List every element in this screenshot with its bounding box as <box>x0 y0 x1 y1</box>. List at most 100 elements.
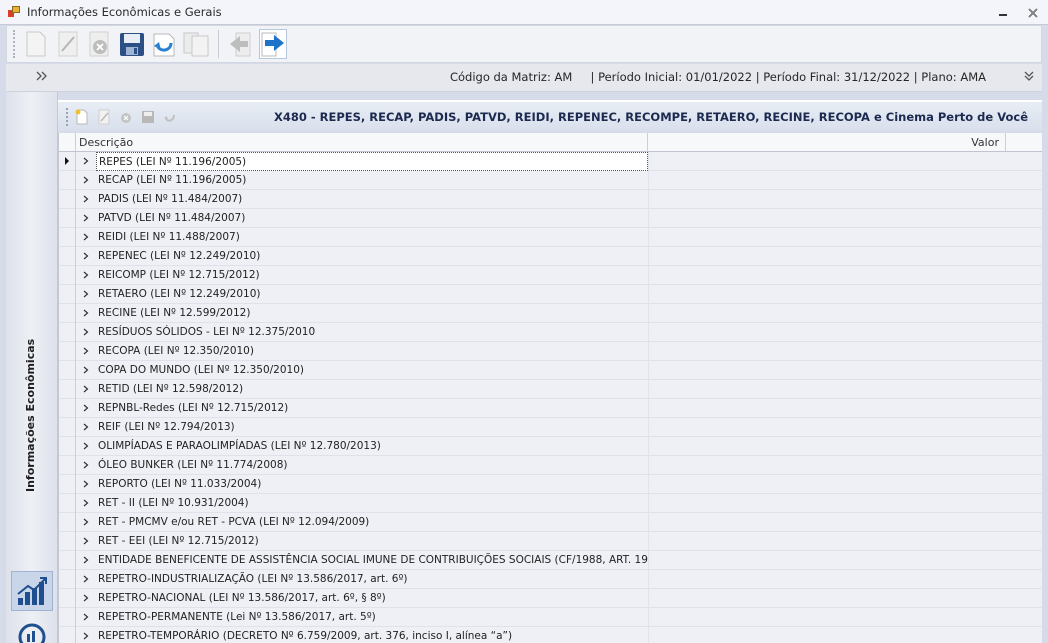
expand-row-button[interactable] <box>76 570 96 589</box>
row-indicator[interactable] <box>59 512 76 532</box>
row-value[interactable] <box>648 303 1006 323</box>
row-description[interactable]: COPA DO MUNDO (LEI Nº 12.350/2010) <box>96 361 648 380</box>
row-description[interactable]: OLIMPÍADAS E PARAOLIMPÍADAS (LEI Nº 12.7… <box>96 437 648 456</box>
row-indicator[interactable] <box>59 455 76 475</box>
expand-row-button[interactable] <box>76 152 96 171</box>
table-row[interactable]: PATVD (LEI Nº 11.484/2007) <box>59 208 1042 228</box>
table-row[interactable]: REPETRO-TEMPORÁRIO (DECRETO Nº 6.759/200… <box>59 626 1042 643</box>
row-value[interactable] <box>648 246 1006 266</box>
row-value[interactable] <box>648 265 1006 285</box>
row-indicator[interactable] <box>59 531 76 551</box>
table-row[interactable]: RECOPA (LEI Nº 12.350/2010) <box>59 341 1042 361</box>
row-description[interactable]: RESÍDUOS SÓLIDOS - LEI Nº 12.375/2010 <box>96 323 648 342</box>
sidebar-toggle-button[interactable] <box>36 70 48 86</box>
new-record-icon[interactable] <box>74 109 90 125</box>
row-description[interactable]: ÓLEO BUNKER (LEI Nº 11.774/2008) <box>96 456 648 475</box>
row-indicator[interactable] <box>59 246 76 266</box>
expand-row-button[interactable] <box>76 437 96 456</box>
table-row[interactable]: RESÍDUOS SÓLIDOS - LEI Nº 12.375/2010 <box>59 322 1042 342</box>
undo-button[interactable] <box>150 29 178 59</box>
row-value[interactable] <box>648 607 1006 627</box>
row-description[interactable]: RET - II (LEI Nº 10.931/2004) <box>96 494 648 513</box>
table-row[interactable]: REIDI (LEI Nº 11.488/2007) <box>59 227 1042 247</box>
sidebar-label[interactable]: Informações Econômicas <box>24 339 37 492</box>
row-indicator[interactable] <box>59 607 76 627</box>
row-value[interactable] <box>648 227 1006 247</box>
expand-row-button[interactable] <box>76 190 96 209</box>
column-header-value[interactable]: Valor <box>648 133 1006 151</box>
save-record-icon[interactable] <box>140 109 156 125</box>
delete-button[interactable] <box>86 29 114 59</box>
row-description[interactable]: RETID (LEI Nº 12.598/2012) <box>96 380 648 399</box>
expand-row-button[interactable] <box>76 228 96 247</box>
row-indicator[interactable] <box>59 626 76 643</box>
expand-row-button[interactable] <box>76 380 96 399</box>
row-description[interactable]: PATVD (LEI Nº 11.484/2007) <box>96 209 648 228</box>
row-value[interactable] <box>648 398 1006 418</box>
row-value[interactable] <box>648 474 1006 494</box>
copy-button[interactable] <box>182 29 210 59</box>
expand-row-button[interactable] <box>76 513 96 532</box>
row-description[interactable]: REPETRO-NACIONAL (LEI Nº 13.586/2017, ar… <box>96 589 648 608</box>
table-row[interactable]: REPNBL-Redes (LEI Nº 12.715/2012) <box>59 398 1042 418</box>
previous-button[interactable] <box>227 29 255 59</box>
expand-row-button[interactable] <box>76 608 96 627</box>
row-indicator[interactable] <box>59 208 76 228</box>
table-row[interactable]: RECAP (LEI Nº 11.196/2005) <box>59 170 1042 190</box>
row-description[interactable]: RECAP (LEI Nº 11.196/2005) <box>96 171 648 190</box>
row-value[interactable] <box>648 550 1006 570</box>
row-indicator[interactable] <box>59 227 76 247</box>
close-button[interactable] <box>1018 0 1048 25</box>
table-row[interactable]: RET - EEI (LEI Nº 12.715/2012) <box>59 531 1042 551</box>
table-row[interactable]: ENTIDADE BENEFICENTE DE ASSISTÊNCIA SOCI… <box>59 550 1042 570</box>
row-value[interactable] <box>648 151 1006 171</box>
table-row[interactable]: REPORTO (LEI Nº 11.033/2004) <box>59 474 1042 494</box>
next-button[interactable] <box>259 29 287 59</box>
expand-row-button[interactable] <box>76 627 96 643</box>
table-row[interactable]: ÓLEO BUNKER (LEI Nº 11.774/2008) <box>59 455 1042 475</box>
row-description[interactable]: REICOMP (LEI Nº 12.715/2012) <box>96 266 648 285</box>
column-header-description[interactable]: Descrição <box>76 133 648 151</box>
row-indicator[interactable] <box>59 265 76 285</box>
minimize-button[interactable] <box>988 0 1018 25</box>
row-indicator[interactable] <box>59 189 76 209</box>
table-row[interactable]: REICOMP (LEI Nº 12.715/2012) <box>59 265 1042 285</box>
edit-record-icon[interactable] <box>96 109 112 125</box>
save-button[interactable] <box>118 29 146 59</box>
row-indicator[interactable] <box>59 360 76 380</box>
row-description[interactable]: REPETRO-TEMPORÁRIO (DECRETO Nº 6.759/200… <box>96 627 648 643</box>
row-description[interactable]: REIDI (LEI Nº 11.488/2007) <box>96 228 648 247</box>
row-value[interactable] <box>648 455 1006 475</box>
nav-refresh-button[interactable] <box>11 617 53 643</box>
expand-row-button[interactable] <box>76 266 96 285</box>
row-indicator[interactable] <box>59 588 76 608</box>
expand-row-button[interactable] <box>76 551 96 570</box>
table-row[interactable]: RET - PMCMV e/ou RET - PCVA (LEI Nº 12.0… <box>59 512 1042 532</box>
expand-row-button[interactable] <box>76 342 96 361</box>
table-row[interactable]: RETAERO (LEI Nº 12.249/2010) <box>59 284 1042 304</box>
row-value[interactable] <box>648 341 1006 361</box>
table-row[interactable]: REPETRO-INDUSTRIALIZAÇÃO (LEI Nº 13.586/… <box>59 569 1042 589</box>
undo-record-icon[interactable] <box>162 109 178 125</box>
expand-row-button[interactable] <box>76 399 96 418</box>
row-value[interactable] <box>648 208 1006 228</box>
table-row[interactable]: REPENEC (LEI Nº 12.249/2010) <box>59 246 1042 266</box>
row-description[interactable]: RECOPA (LEI Nº 12.350/2010) <box>96 342 648 361</box>
row-description[interactable]: REPNBL-Redes (LEI Nº 12.715/2012) <box>96 399 648 418</box>
row-value[interactable] <box>648 626 1006 643</box>
expand-row-button[interactable] <box>76 304 96 323</box>
row-value[interactable] <box>648 569 1006 589</box>
row-description[interactable]: REPORTO (LEI Nº 11.033/2004) <box>96 475 648 494</box>
expand-row-button[interactable] <box>76 247 96 266</box>
row-description[interactable]: REPES (LEI Nº 11.196/2005) <box>96 151 648 171</box>
row-description[interactable]: RECINE (LEI Nº 12.599/2012) <box>96 304 648 323</box>
row-value[interactable] <box>648 436 1006 456</box>
row-value[interactable] <box>648 284 1006 304</box>
row-value[interactable] <box>648 189 1006 209</box>
table-row[interactable]: REPETRO-PERMANENTE (Lei Nº 13.586/2017, … <box>59 607 1042 627</box>
row-indicator[interactable] <box>59 284 76 304</box>
row-indicator[interactable] <box>59 322 76 342</box>
expand-row-button[interactable] <box>76 323 96 342</box>
expand-row-button[interactable] <box>76 171 96 190</box>
expand-row-button[interactable] <box>76 456 96 475</box>
